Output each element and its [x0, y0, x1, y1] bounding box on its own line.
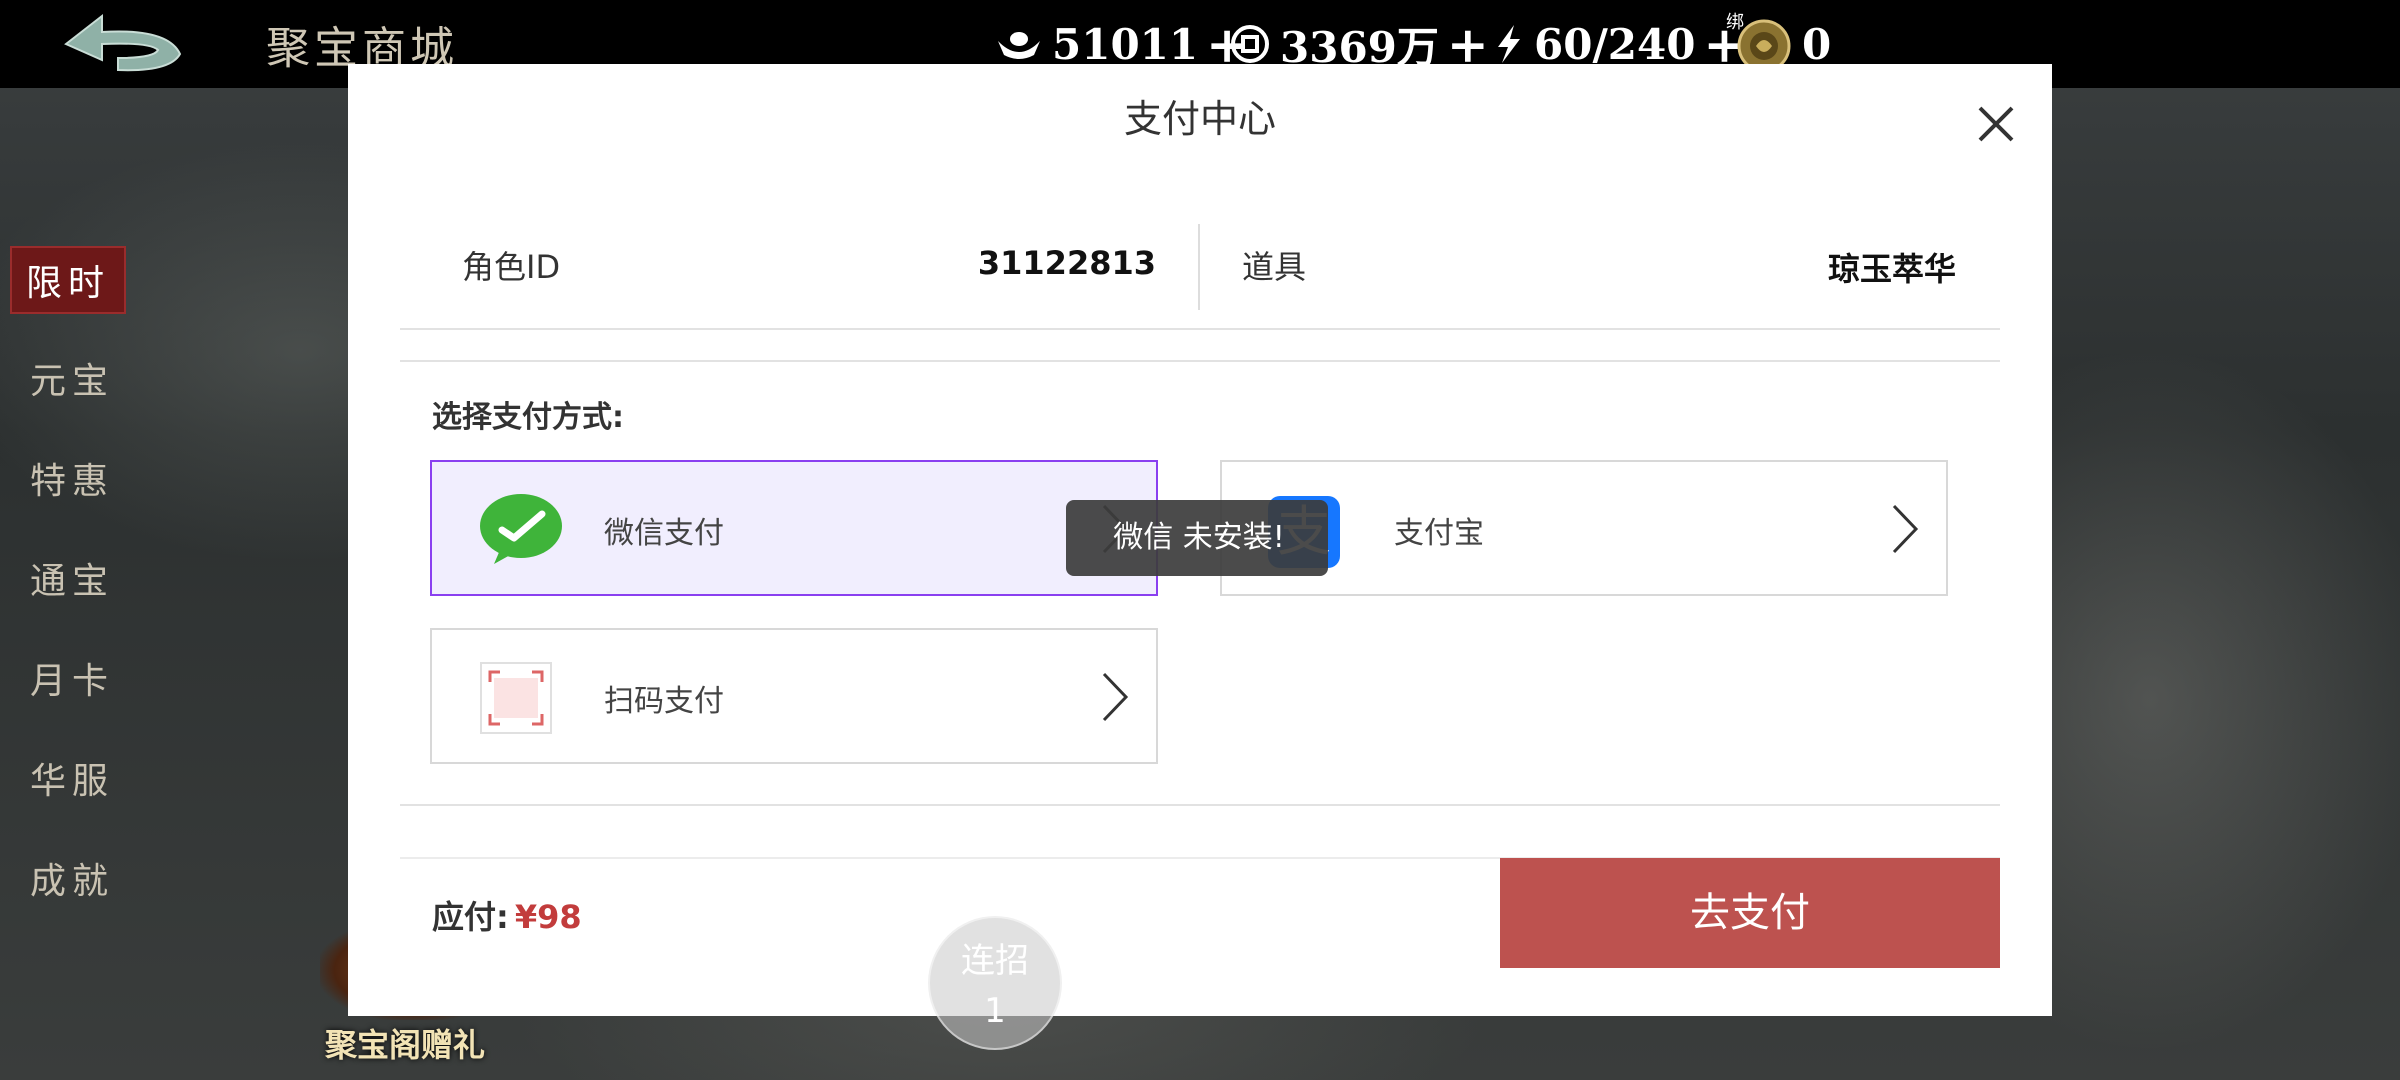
- close-icon[interactable]: [1966, 94, 2026, 154]
- energy-icon: [1498, 25, 1520, 63]
- side-menu-item-costume[interactable]: 华服: [30, 752, 114, 804]
- coin-icon: [1231, 25, 1269, 63]
- bound-coin-count: 0: [1802, 19, 1832, 69]
- wechat-pay-label: 微信支付: [604, 516, 724, 551]
- side-menu-item-discount[interactable]: 特惠: [30, 452, 114, 504]
- bound-badge: 绑: [1726, 12, 1744, 33]
- wechat-icon: [480, 494, 562, 564]
- side-menu-item-tongbao[interactable]: 通宝: [30, 552, 114, 604]
- amount-label: 应付:: [432, 898, 509, 936]
- item-value: 琼玉萃华: [1827, 250, 1956, 288]
- combo-count: 1: [984, 991, 1006, 1031]
- divider: [400, 804, 2000, 806]
- amount-due: 应付: ¥98: [432, 892, 582, 938]
- qr-scan-icon: [480, 662, 552, 734]
- side-menu-item-achievement[interactable]: 成就: [30, 852, 114, 904]
- chevron-right-icon: [1102, 672, 1129, 722]
- alipay-option[interactable]: 支 支付宝: [1220, 460, 1948, 596]
- divider: [400, 328, 2000, 330]
- ingot-icon: [998, 32, 1040, 59]
- select-method-label: 选择支付方式:: [432, 400, 624, 435]
- wechat-pay-option[interactable]: 微信支付: [430, 460, 1158, 596]
- combo-label: 连招: [961, 941, 1029, 981]
- go-pay-button[interactable]: 去支付: [1500, 858, 2000, 968]
- side-menu-item-limited[interactable]: 限时: [10, 246, 127, 314]
- ingot-count: 51011: [1052, 19, 1199, 69]
- item-label: 道具: [1242, 248, 1307, 286]
- qr-pay-label: 扫码支付: [604, 684, 724, 719]
- dialog-title: 支付中心: [1123, 97, 1276, 141]
- info-divider: [1198, 224, 1200, 310]
- divider: [400, 360, 2000, 362]
- back-arrow-icon[interactable]: [58, 10, 188, 80]
- role-id-value: 31122813: [977, 244, 1156, 282]
- side-menu-item-yuanbao[interactable]: 元宝: [30, 352, 114, 404]
- toast-message: 微信 未安装!: [1066, 500, 1328, 576]
- gift-label[interactable]: 聚宝阁赠礼: [325, 1020, 485, 1066]
- chevron-right-icon: [1892, 504, 1919, 554]
- role-id-label: 角色ID: [462, 248, 561, 286]
- combo-button[interactable]: 连招 1: [928, 916, 1062, 1050]
- qr-pay-option[interactable]: 扫码支付: [430, 628, 1158, 764]
- alipay-label: 支付宝: [1394, 516, 1484, 551]
- energy-count: 60/240: [1534, 19, 1696, 69]
- amount-value: ¥98: [514, 898, 582, 936]
- side-menu-item-monthly[interactable]: 月卡: [30, 652, 114, 704]
